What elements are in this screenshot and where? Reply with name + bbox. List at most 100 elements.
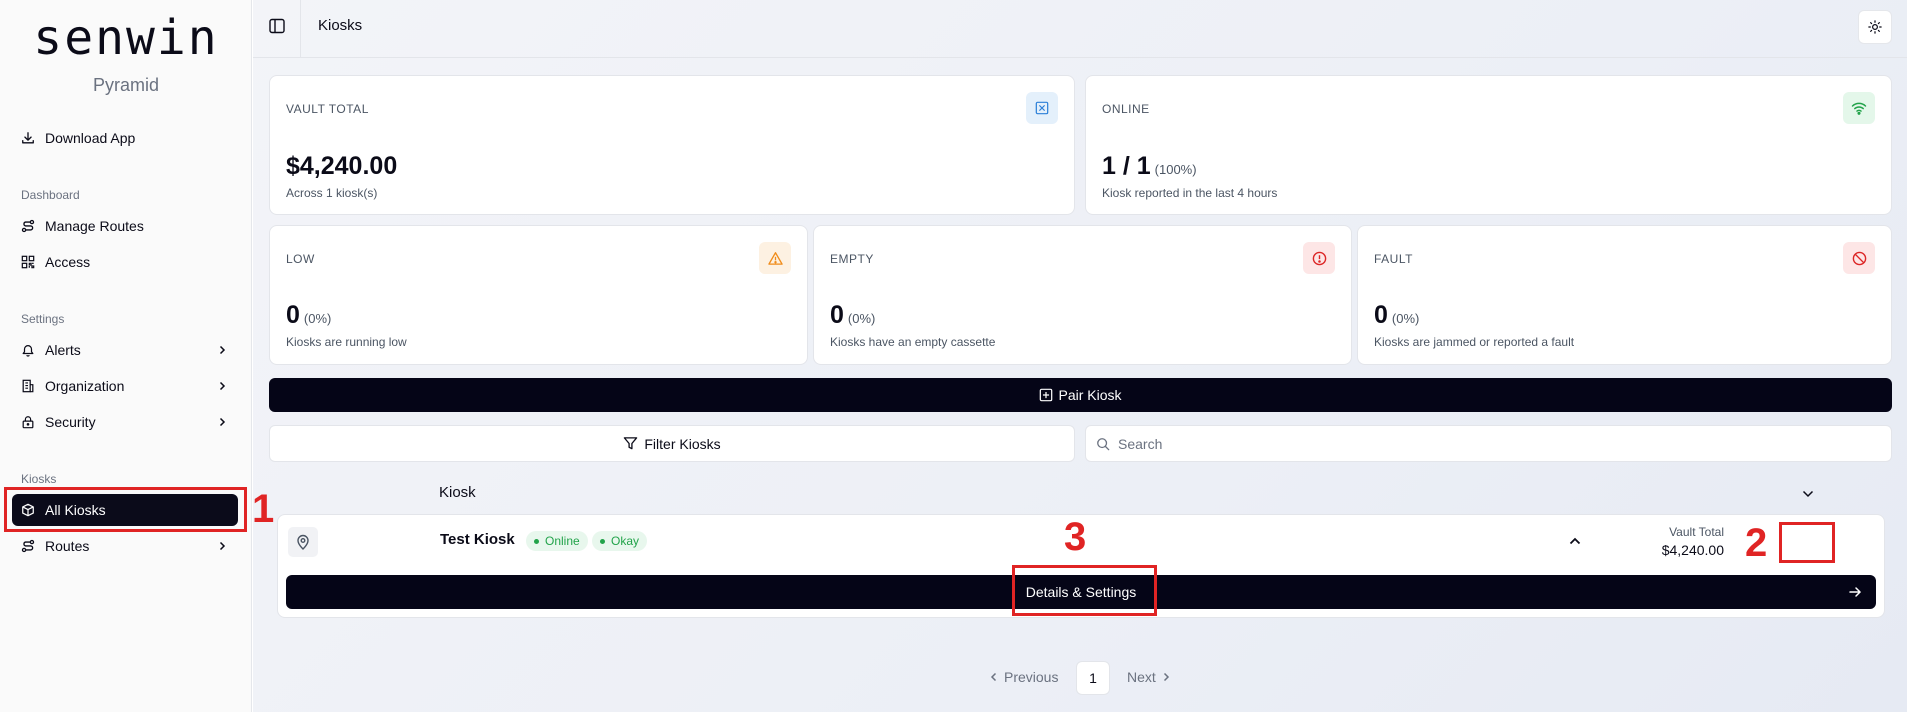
status-text: Okay	[611, 534, 640, 548]
pair-kiosk-button[interactable]: Pair Kiosk	[269, 378, 1892, 412]
annotation-box-2	[1779, 522, 1835, 563]
sidebar-item-routes[interactable]: Routes	[12, 530, 238, 562]
vault-total-label: Vault Total	[1669, 525, 1724, 539]
sidebar-toggle-icon[interactable]	[267, 16, 287, 36]
sidebar-item-organization[interactable]: Organization	[12, 370, 238, 402]
chevron-left-icon	[990, 672, 997, 682]
sidebar-item-label: Security	[45, 414, 96, 430]
sidebar-item-access[interactable]: Access	[12, 246, 238, 278]
next-label: Next	[1127, 669, 1156, 685]
sidebar-item-label: Download App	[45, 130, 136, 146]
route-icon	[21, 219, 35, 233]
chevron-down-icon[interactable]	[1799, 485, 1817, 503]
warning-icon	[767, 251, 783, 265]
search-field[interactable]	[1085, 425, 1892, 462]
wifi-icon	[1851, 102, 1867, 115]
top-bar: Kiosks	[253, 0, 1907, 58]
page-title: Kiosks	[318, 17, 363, 34]
sidebar-item-download-app[interactable]: Download App	[12, 122, 238, 154]
stat-percent: (0%)	[847, 311, 876, 326]
brand-logo: senwin	[33, 10, 219, 66]
stat-label: ONLINE	[1102, 102, 1150, 116]
status-badge-okay: Okay	[592, 531, 648, 551]
search-icon	[1097, 437, 1110, 450]
column-header-kiosk: Kiosk	[439, 484, 476, 501]
stat-percent: (100%)	[1154, 162, 1197, 177]
stat-card-online: ONLINE 1 / 1 (100%) Kiosk reported in the…	[1085, 75, 1892, 215]
alert-circle-icon	[1312, 251, 1326, 265]
sidebar-item-label: Routes	[45, 538, 90, 554]
section-label-kiosks: Kiosks	[21, 472, 57, 486]
sun-icon	[1868, 20, 1882, 34]
status-dot	[600, 538, 605, 544]
filter-kiosks-label: Filter Kiosks	[644, 435, 721, 452]
annotation-number-1: 1	[252, 487, 275, 531]
sidebar-item-alerts[interactable]: Alerts	[12, 334, 238, 366]
vault-icon	[1035, 101, 1049, 115]
sidebar: senwin Pyramid Download App Dashboard Ma…	[0, 0, 252, 712]
map-pin-icon	[288, 527, 318, 557]
download-icon	[22, 132, 34, 144]
stat-subtext: Across 1 kiosk(s)	[286, 186, 378, 200]
wifi-icon-badge	[1843, 92, 1875, 124]
vault-icon-badge	[1026, 92, 1058, 124]
chevron-right-icon	[1163, 672, 1169, 682]
page-number-button[interactable]: 1	[1076, 661, 1110, 695]
qr-code-icon	[21, 255, 35, 269]
stat-card-fault: FAULT 0 (0%) Kiosks are jammed or reporte…	[1357, 225, 1892, 365]
theme-toggle-button[interactable]	[1858, 10, 1892, 44]
annotation-box-1	[4, 487, 247, 532]
filter-kiosks-button[interactable]: Filter Kiosks	[269, 425, 1075, 462]
stat-card-low: LOW 0 (0%) Kiosks are running low	[269, 225, 808, 365]
stat-subtext: Kiosks are running low	[286, 335, 407, 349]
organization-name: Pyramid	[92, 75, 159, 95]
chevron-right-icon	[219, 417, 226, 427]
pagination: Previous 1 Next	[253, 661, 1907, 695]
arrow-right-icon	[1849, 587, 1862, 597]
bell-icon	[22, 345, 34, 357]
stat-label: EMPTY	[830, 252, 874, 266]
stat-value: 0	[1374, 301, 1388, 329]
sidebar-item-manage-routes[interactable]: Manage Routes	[12, 210, 238, 242]
next-page-button[interactable]: Next	[1127, 669, 1172, 685]
sidebar-item-label: Alerts	[45, 342, 81, 358]
status-text: Online	[545, 534, 580, 548]
status-badge-online: Online	[526, 531, 588, 551]
stat-subtext: Kiosks are jammed or reported a fault	[1374, 335, 1575, 349]
stat-card-empty: EMPTY 0 (0%) Kiosks have an empty cassett…	[813, 225, 1352, 365]
filter-icon	[624, 437, 638, 450]
stat-label: FAULT	[1374, 252, 1413, 266]
section-label-dashboard: Dashboard	[21, 188, 80, 202]
stat-value: $4,240.00	[286, 152, 398, 180]
stat-value: 0	[830, 301, 844, 329]
sidebar-item-label: Organization	[45, 378, 125, 394]
stat-value: 1 / 1	[1102, 152, 1151, 180]
divider	[300, 0, 301, 58]
stat-percent: (0%)	[1391, 311, 1420, 326]
search-input[interactable]	[1118, 435, 1878, 452]
plus-square-icon	[1040, 388, 1053, 402]
stat-label: VAULT TOTAL	[286, 102, 369, 116]
annotation-number-3: 3	[1064, 515, 1087, 559]
stat-card-vault-total: VAULT TOTAL $4,240.00 Across 1 kiosk(s)	[269, 75, 1075, 215]
warning-icon-badge	[759, 242, 791, 274]
vault-total-value: $4,240.00	[1661, 542, 1724, 558]
alert-icon-badge	[1303, 242, 1335, 274]
pair-kiosk-label: Pair Kiosk	[1058, 387, 1122, 403]
sidebar-item-label: Manage Routes	[45, 218, 144, 234]
collapse-row-button[interactable]	[1560, 526, 1590, 556]
annotation-box-3	[1012, 565, 1157, 616]
sidebar-item-label: Access	[45, 254, 91, 270]
section-label-settings: Settings	[21, 312, 65, 326]
ban-icon-badge	[1843, 242, 1875, 274]
route-icon	[21, 539, 35, 553]
previous-label: Previous	[1004, 669, 1059, 685]
chevron-up-icon	[1569, 537, 1581, 545]
lock-icon	[22, 416, 34, 429]
previous-page-button[interactable]: Previous	[988, 669, 1058, 685]
building-icon	[22, 379, 34, 393]
stat-subtext: Kiosk reported in the last 4 hours	[1102, 186, 1278, 200]
sidebar-item-security[interactable]: Security	[12, 406, 238, 438]
kiosk-name: Test Kiosk	[440, 531, 515, 548]
chevron-right-icon	[219, 381, 226, 391]
